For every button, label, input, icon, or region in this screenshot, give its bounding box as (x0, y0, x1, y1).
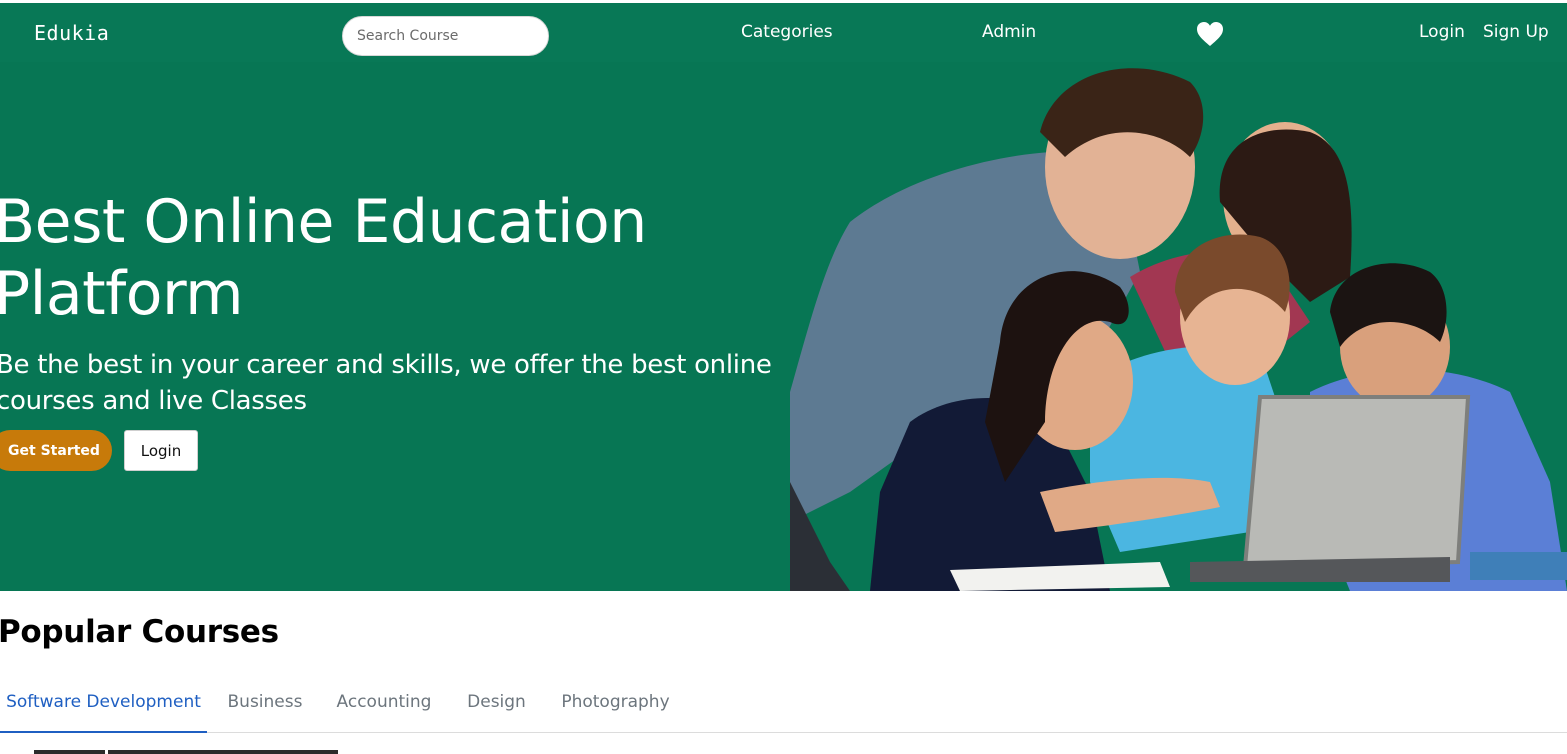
tab-software-development[interactable]: Software Development (0, 672, 207, 733)
tab-design[interactable]: Design (445, 672, 548, 733)
navbar: Edukia Categories Admin Login Sign Up (0, 0, 1567, 62)
course-card-peek (108, 750, 338, 754)
tab-photography[interactable]: Photography (548, 672, 683, 733)
hero-title: Best Online Education Platform (0, 186, 774, 330)
tab-business[interactable]: Business (207, 672, 323, 733)
hero-subtitle-line2: courses and live Classes (0, 386, 307, 416)
brand-logo[interactable]: Edukia (34, 21, 109, 45)
hero-title-line1: Best Online Education (0, 187, 647, 257)
popular-courses-title: Popular Courses (0, 614, 279, 650)
heart-icon[interactable] (1196, 21, 1224, 47)
search-box (342, 16, 549, 56)
course-category-tabs: Software Development Business Accounting… (0, 672, 1567, 733)
hero-banner: Best Online Education Platform Be the be… (0, 62, 1567, 591)
course-card-peek (34, 750, 105, 754)
nav-signup[interactable]: Sign Up (1483, 22, 1549, 42)
search-input[interactable] (343, 17, 548, 55)
hero-title-line2: Platform (0, 259, 244, 329)
tab-accounting[interactable]: Accounting (323, 672, 445, 733)
students-around-laptop-photo (790, 62, 1567, 591)
nav-admin[interactable]: Admin (982, 22, 1036, 42)
nav-login[interactable]: Login (1419, 22, 1465, 42)
hero-subtitle-line1: Be the best in your career and skills, w… (0, 350, 772, 380)
hero-subtitle: Be the best in your career and skills, w… (0, 347, 806, 419)
nav-categories[interactable]: Categories (741, 22, 833, 42)
get-started-button[interactable]: Get Started (0, 430, 112, 471)
hero-login-button[interactable]: Login (124, 430, 198, 471)
